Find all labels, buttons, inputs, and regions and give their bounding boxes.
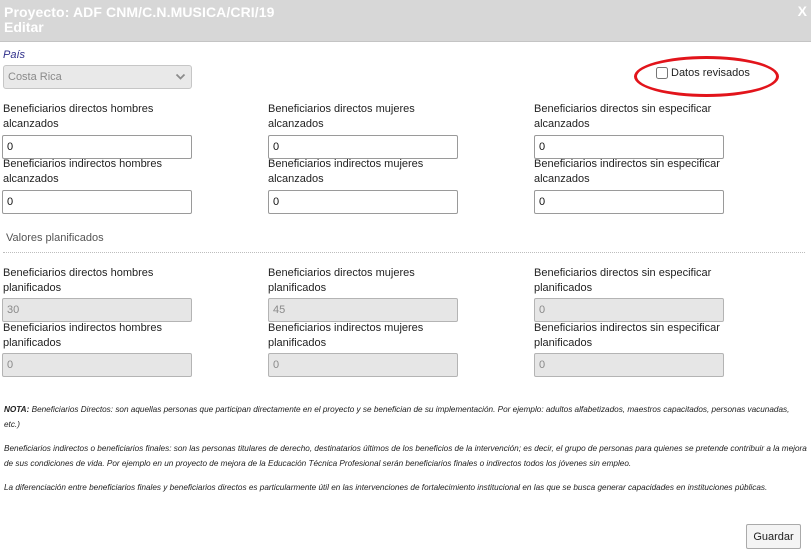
label-directos-mujeres-planificados: Beneficiarios directos mujeres planifica… (268, 267, 415, 294)
input-indirectos-sin-planificados (534, 353, 724, 377)
label-indirectos-sin-alcanzados: Beneficiarios indirectos sin especificar… (534, 158, 720, 185)
label-indirectos-mujeres-alcanzados: Beneficiarios indirectos mujeres alcanza… (268, 158, 424, 185)
input-indirectos-sin-alcanzados[interactable] (534, 190, 724, 214)
label-indirectos-hombres-planificados: Beneficiarios indirectos hombres planifi… (3, 322, 162, 349)
input-indirectos-mujeres-planificados (268, 353, 458, 377)
dialog-titlebar: Proyecto: ADF CNM/C.N.MUSICA/CRI/19 Edit… (0, 0, 811, 42)
save-button[interactable]: Guardar (746, 524, 801, 549)
label-directos-hombres-alcanzados: Beneficiarios directos hombres alcanzado… (3, 103, 154, 130)
note-diferenciacion: La diferenciación entre beneficiarios fi… (4, 483, 768, 492)
input-directos-hombres-alcanzados[interactable] (2, 135, 192, 159)
close-button[interactable]: X (798, 3, 807, 19)
label-directos-hombres-planificados: Beneficiarios directos hombres planifica… (3, 267, 154, 294)
section-divider (3, 252, 805, 253)
datos-revisados-label: Datos revisados (671, 67, 750, 79)
datos-revisados-checkbox[interactable] (656, 67, 668, 79)
note-label: NOTA: (4, 405, 30, 414)
input-directos-mujeres-alcanzados[interactable] (268, 135, 458, 159)
input-directos-sin-alcanzados[interactable] (534, 135, 724, 159)
label-directos-mujeres-alcanzados: Beneficiarios directos mujeres alcanzado… (268, 103, 415, 130)
section-title-planificados: Valores planificados (6, 232, 104, 244)
input-directos-sin-planificados (534, 298, 724, 322)
label-indirectos-mujeres-planificados: Beneficiarios indirectos mujeres planifi… (268, 322, 424, 349)
datos-revisados[interactable]: Datos revisados (656, 67, 750, 79)
label-indirectos-hombres-alcanzados: Beneficiarios indirectos hombres alcanza… (3, 158, 162, 185)
note-directos: NOTA: Beneficiarios Directos: son aquell… (4, 405, 790, 429)
label-directos-sin-alcanzados: Beneficiarios directos sin especificar a… (534, 103, 712, 130)
input-indirectos-hombres-planificados (2, 353, 192, 377)
label-indirectos-sin-planificados: Beneficiarios indirectos sin especificar… (534, 322, 720, 349)
label-directos-sin-planificados: Beneficiarios directos sin especificar p… (534, 267, 712, 294)
input-directos-mujeres-planificados (268, 298, 458, 322)
dialog-subtitle: Editar (4, 19, 44, 35)
chevron-down-icon (175, 73, 186, 80)
pais-select-value: Costa Rica (8, 71, 62, 83)
note-indirectos: Beneficiarios indirectos o beneficiarios… (4, 444, 807, 468)
input-indirectos-hombres-alcanzados[interactable] (2, 190, 192, 214)
dialog-title: Proyecto: ADF CNM/C.N.MUSICA/CRI/19 (4, 4, 275, 20)
pais-label: País (3, 49, 26, 61)
input-indirectos-mujeres-alcanzados[interactable] (268, 190, 458, 214)
input-directos-hombres-planificados (2, 298, 192, 322)
pais-select[interactable]: Costa Rica (3, 65, 192, 89)
